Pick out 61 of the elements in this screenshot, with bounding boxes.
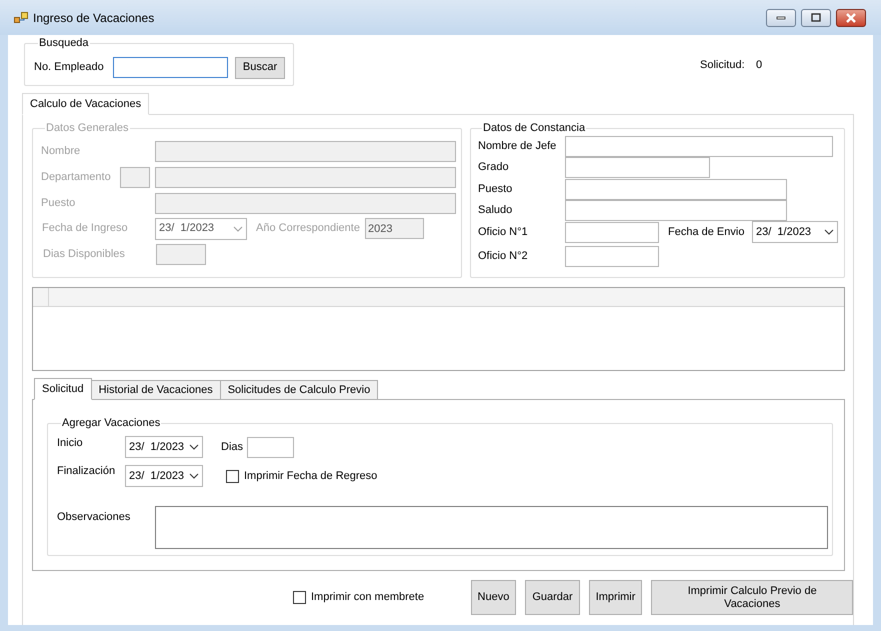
group-title: Datos de Constancia [482, 121, 586, 135]
request-label: Solicitud: [700, 58, 746, 73]
date-picker[interactable]: 23/ 1/2023 [752, 221, 838, 243]
field-label: Departamento [41, 170, 112, 185]
request-number: 0 [756, 58, 762, 73]
group-title: Agregar Vacaciones [61, 416, 162, 430]
chevron-down-icon [233, 226, 243, 232]
field-label: Finalización [57, 464, 116, 479]
chevron-down-icon [189, 473, 199, 479]
date-picker[interactable]: 23/ 1/2023 [125, 465, 203, 487]
field-label: Fecha de Envio [668, 224, 746, 240]
field-label: Dias Disponibles [42, 247, 126, 262]
checkbox-label: Imprimir con membrete [311, 590, 424, 606]
field-label: Puesto [41, 196, 76, 211]
app-icon [14, 12, 28, 24]
group-title: Datos Generales [45, 121, 130, 135]
field-label: Observaciones [57, 510, 132, 525]
search-button[interactable]: Buscar [235, 56, 285, 78]
maximize-icon [811, 13, 821, 22]
field-label: Oficio N°1 [478, 224, 529, 240]
window-title: Ingreso de Vacaciones [33, 10, 154, 26]
notes-field[interactable] [155, 506, 828, 549]
position-field[interactable] [565, 178, 787, 200]
field-label: Nombre [41, 144, 82, 160]
days-field[interactable] [247, 436, 294, 458]
field-label: Nombre de Jefe [478, 138, 558, 154]
checkbox[interactable] [226, 470, 239, 482]
field-label: Fecha de Ingreso [41, 221, 129, 236]
field-label: Oficio N°2 [478, 249, 529, 264]
date-picker[interactable]: 23/ 1/2023 [125, 436, 203, 458]
field-label: Año Correspondiente [256, 221, 361, 236]
checkbox-label: Imprimir Fecha de Regreso [244, 468, 378, 484]
group-title: Busqueda [38, 36, 90, 50]
chevron-down-icon [189, 444, 199, 450]
action-button[interactable]: Guardar [525, 580, 580, 615]
office-number-field[interactable] [565, 246, 659, 267]
grade-field[interactable] [565, 157, 710, 178]
tab[interactable]: Solicitud [34, 378, 92, 400]
close-button[interactable] [836, 8, 866, 26]
office-number-field[interactable] [565, 222, 659, 242]
boss-name-field[interactable] [565, 136, 833, 156]
field-label: Inicio [57, 436, 84, 451]
field-label: Grado [478, 160, 510, 176]
greeting-field[interactable] [565, 200, 787, 221]
field-label: Dias [221, 440, 244, 455]
maximize-button[interactable] [801, 8, 831, 26]
chevron-down-icon [824, 229, 834, 235]
tab[interactable]: Historial de Vacaciones [90, 380, 221, 400]
employee-number-field[interactable] [113, 57, 228, 78]
tab[interactable]: Solicitudes de Calculo Previo [220, 380, 378, 400]
action-button[interactable]: Imprimir Calculo Previo de Vacaciones [651, 580, 853, 615]
close-icon [845, 12, 857, 22]
field-label: No. Empleado [34, 60, 105, 76]
action-button[interactable]: Nuevo [470, 580, 516, 615]
checkbox[interactable] [293, 591, 306, 604]
minimize-button[interactable] [766, 8, 796, 26]
minimize-icon [776, 16, 786, 20]
action-button[interactable]: Imprimir [588, 580, 642, 615]
field-label: Saludo [478, 203, 514, 218]
field-label: Puesto [478, 182, 514, 197]
tab[interactable]: Calculo de Vacaciones [22, 93, 150, 115]
